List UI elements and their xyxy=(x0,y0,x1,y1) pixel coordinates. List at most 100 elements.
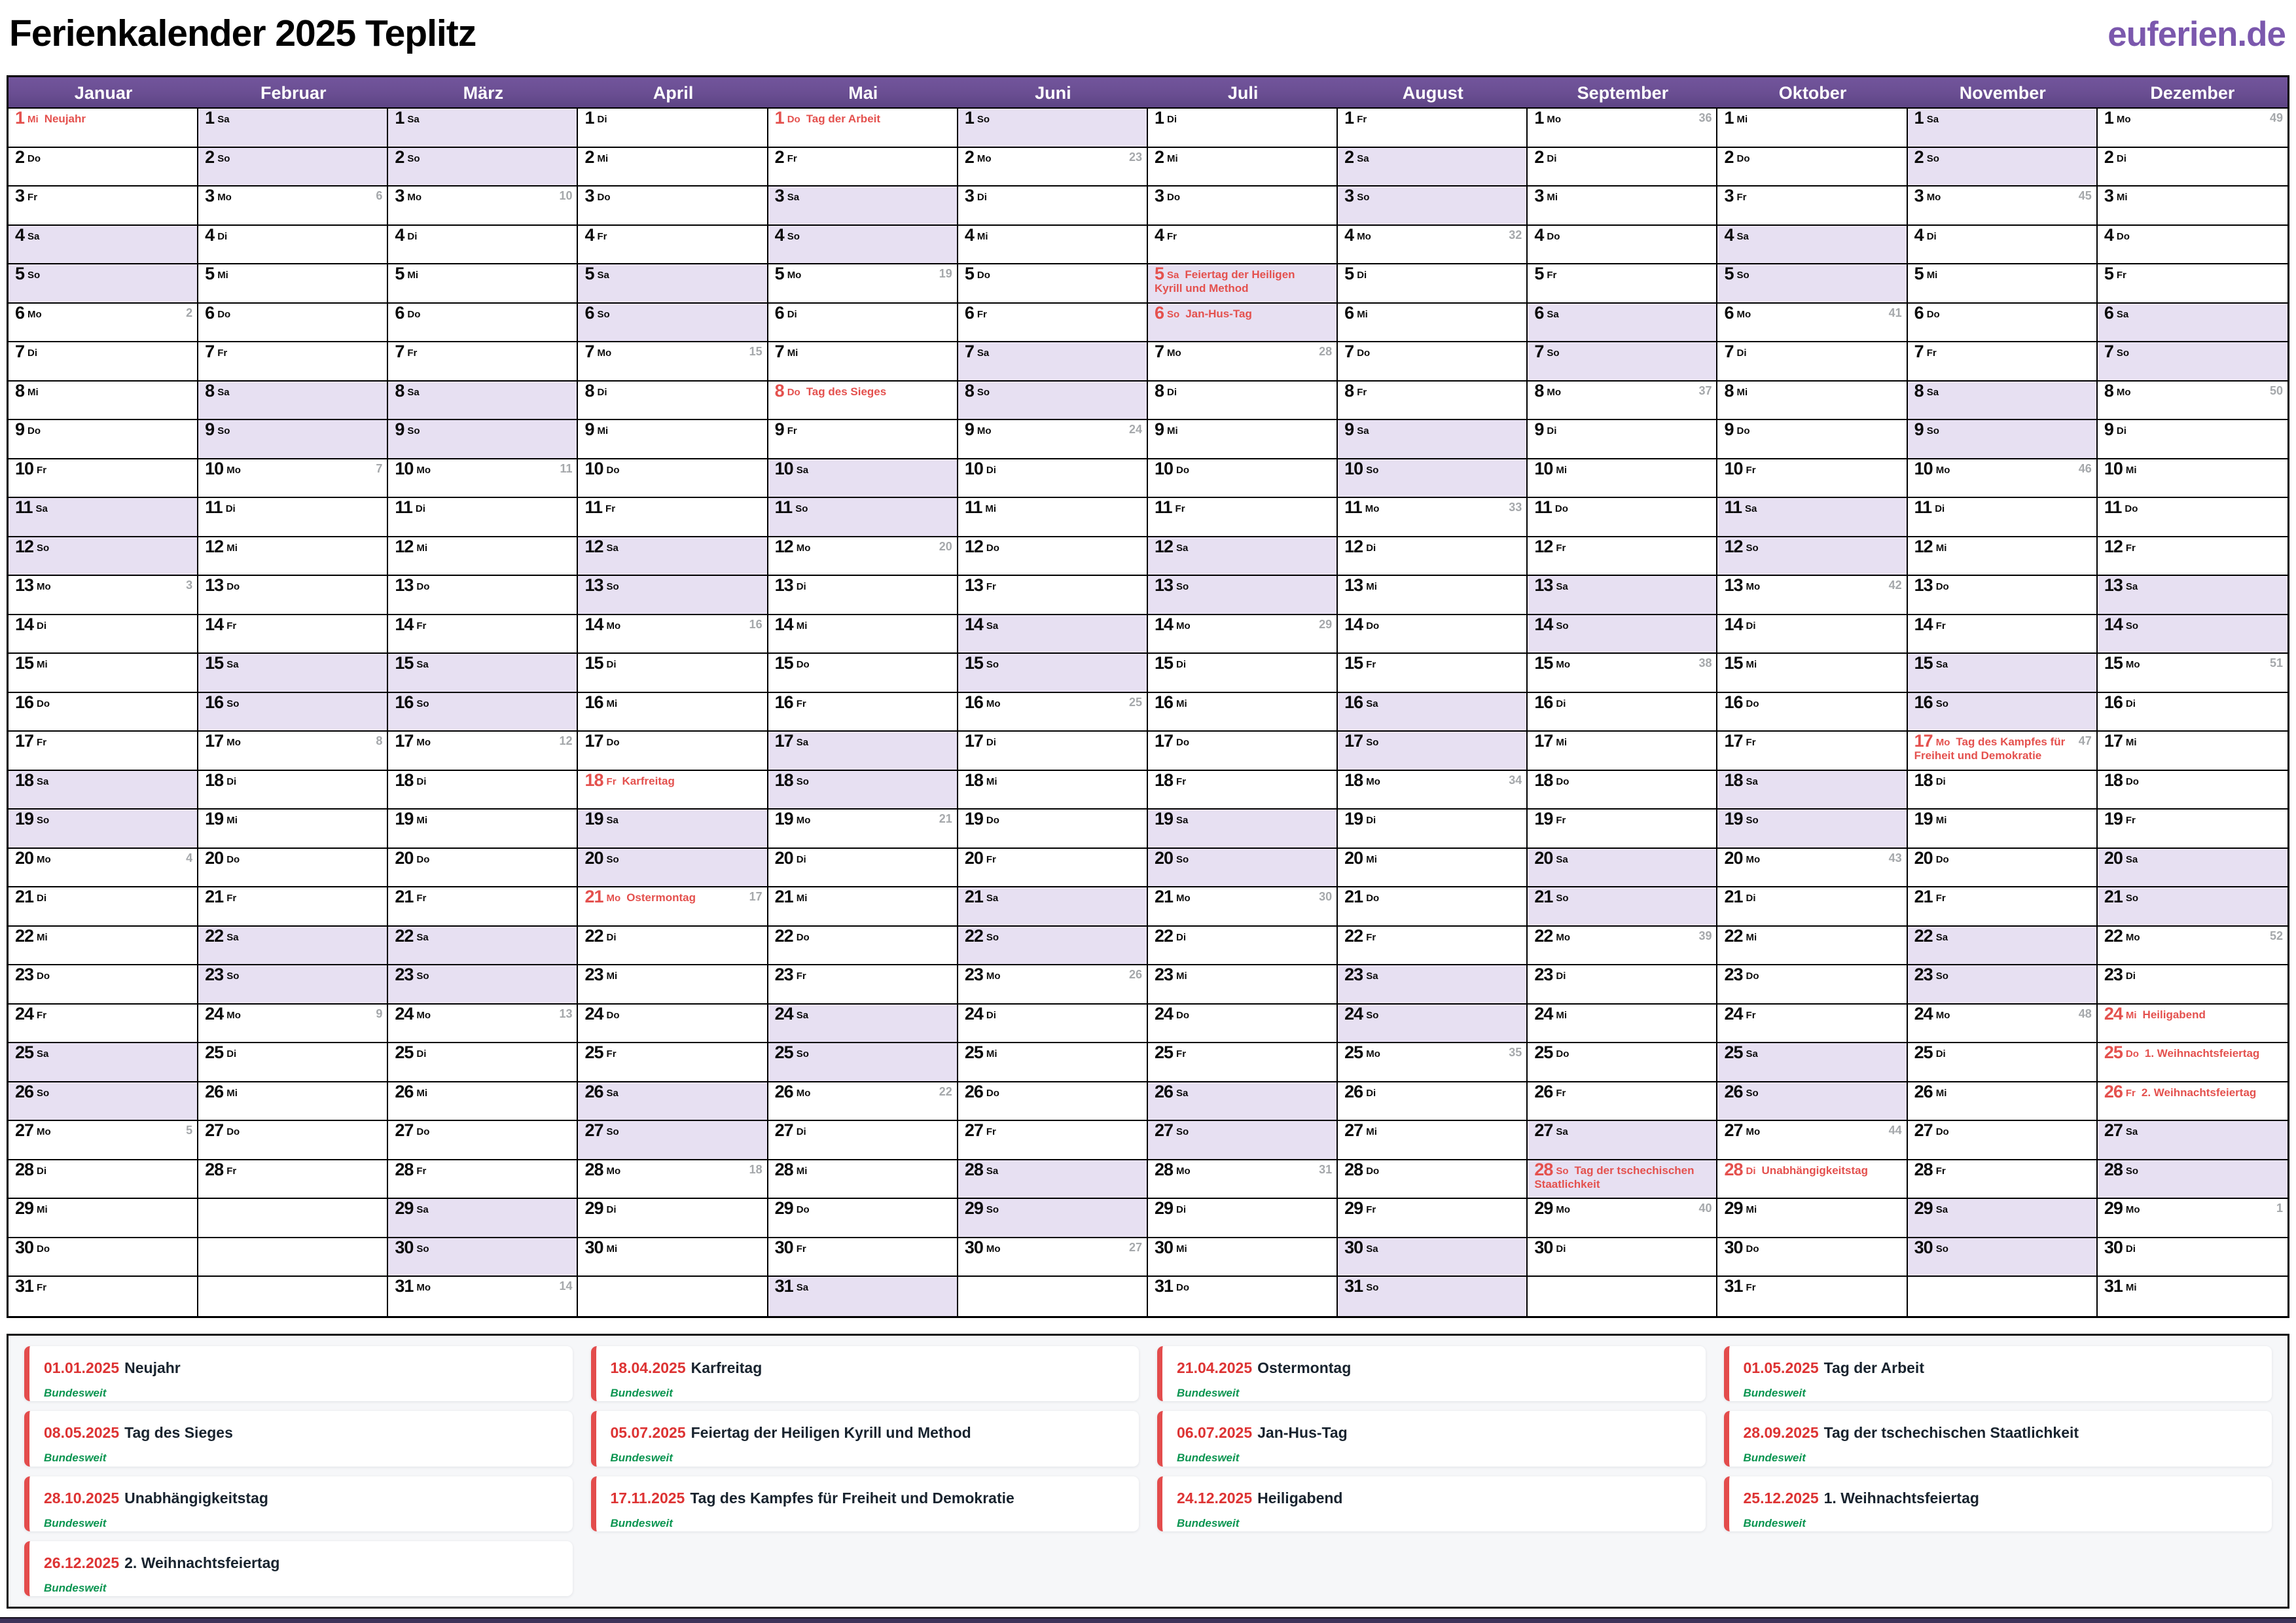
day-number: 24 xyxy=(395,1005,413,1024)
day-cell: 30Do xyxy=(1717,1238,1907,1277)
weekday-abbr: Sa xyxy=(1366,1243,1378,1255)
day-cell: 19Fr xyxy=(2098,810,2287,849)
weekday-abbr: Sa xyxy=(37,1048,48,1060)
day-number: 16 xyxy=(584,693,603,712)
day-cell: 12Mi xyxy=(198,537,388,577)
weekday-abbr: Fr xyxy=(797,1243,806,1255)
day-number: 15 xyxy=(965,654,983,673)
day-number: 1 xyxy=(775,109,784,128)
day-cell: 28Fr xyxy=(198,1160,388,1200)
day-number: 10 xyxy=(965,459,983,478)
weekday-abbr: Di xyxy=(1936,776,1946,787)
day-cell: 4Di xyxy=(198,226,388,265)
day-number: 28 xyxy=(584,1160,603,1179)
day-cell: 26Sa xyxy=(1148,1082,1338,1122)
day-number: 19 xyxy=(1724,810,1742,829)
weekday-abbr: Mo xyxy=(986,1243,1001,1255)
day-cell: 5Fr xyxy=(1528,264,1717,304)
day-cell: 15So xyxy=(958,654,1148,693)
day-cell: 1Sa xyxy=(388,109,578,148)
weekday-abbr: Di xyxy=(1176,659,1186,670)
week-number: 23 xyxy=(1129,151,1142,164)
weekday-abbr: Mo xyxy=(1366,776,1380,787)
footer-bar xyxy=(0,1617,2296,1623)
weekday-abbr: Sa xyxy=(797,1282,808,1293)
week-number: 34 xyxy=(1509,774,1522,787)
day-cell: 23Mi xyxy=(1148,965,1338,1005)
day-cell: 18Do xyxy=(2098,771,2287,810)
weekday-abbr: So xyxy=(1366,465,1378,476)
day-cell: 15Sa xyxy=(1908,654,2098,693)
weekday-abbr: Mo xyxy=(1746,854,1761,865)
weekday-abbr: Do xyxy=(986,815,999,826)
weekday-abbr: So xyxy=(407,153,420,164)
weekday-abbr: Mo xyxy=(1936,1010,1950,1021)
weekday-abbr: Do xyxy=(37,698,50,709)
day-number: 27 xyxy=(15,1121,33,1140)
day-number: 17 xyxy=(965,732,983,751)
weekday-abbr: So xyxy=(416,1243,429,1255)
weekday-abbr: Di xyxy=(2126,1243,2136,1255)
legend-date: 28.09.2025 xyxy=(1744,1424,1819,1441)
day-number: 31 xyxy=(2104,1277,2123,1296)
day-number: 14 xyxy=(205,615,223,634)
weekday-abbr: Di xyxy=(1176,1204,1186,1215)
weekday-abbr: Sa xyxy=(1556,1126,1568,1137)
weekday-abbr: So xyxy=(27,270,40,281)
day-cell: 1Mo36 xyxy=(1528,109,1717,148)
weekday-abbr: Mi xyxy=(985,503,996,514)
day-number: 13 xyxy=(15,576,33,595)
day-number: 4 xyxy=(1724,226,1733,245)
weekday-abbr: Mi xyxy=(226,1088,238,1099)
weekday-abbr: Do xyxy=(607,1010,620,1021)
weekday-abbr: So xyxy=(416,971,429,982)
weekday-abbr: Mi xyxy=(986,1048,997,1060)
weekday-abbr: Mi xyxy=(2117,192,2128,203)
week-number: 50 xyxy=(2270,384,2283,397)
day-cell: 16Sa xyxy=(1338,693,1528,732)
day-cell: 27So xyxy=(578,1121,768,1160)
day-cell: 20Mo43 xyxy=(1717,849,1907,888)
day-cell: 2Mi xyxy=(1148,148,1338,187)
day-cell: 27Mo5 xyxy=(9,1121,198,1160)
weekday-abbr: Mo xyxy=(1737,309,1751,320)
weekday-abbr: Do xyxy=(27,153,41,164)
weekday-abbr: Sa xyxy=(986,1166,998,1177)
weekday-abbr: Di xyxy=(37,1166,46,1177)
week-number: 8 xyxy=(376,734,382,747)
weekday-abbr: Do xyxy=(226,854,240,865)
day-cell: 24Fr xyxy=(1717,1005,1907,1044)
day-cell: 10Fr xyxy=(9,459,198,499)
weekday-abbr: Mi xyxy=(1927,270,1938,281)
day-number: 2 xyxy=(2104,148,2113,167)
weekday-abbr: Sa xyxy=(1556,581,1568,592)
day-number: 26 xyxy=(395,1082,413,1101)
day-cell: 5Mi xyxy=(388,264,578,304)
day-cell: 16Mi xyxy=(1148,693,1338,732)
day-number: 20 xyxy=(1914,849,1933,868)
weekday-abbr: Sa xyxy=(1936,659,1948,670)
site-logo[interactable]: euferien.de xyxy=(2108,14,2286,54)
day-cell: 4Sa xyxy=(9,226,198,265)
day-number: 24 xyxy=(2104,1005,2123,1024)
weekday-abbr: Sa xyxy=(416,659,428,670)
weekday-abbr: Mi xyxy=(37,1204,48,1215)
weekday-abbr: Di xyxy=(226,503,236,514)
weekday-abbr: So xyxy=(407,425,420,437)
day-cell: 28Mo18 xyxy=(578,1160,768,1200)
day-number: 8 xyxy=(205,382,214,401)
day-number: 9 xyxy=(965,420,974,439)
day-number: 5 xyxy=(205,264,214,283)
day-number: 28 xyxy=(395,1160,413,1179)
weekday-abbr: Sa xyxy=(407,114,419,125)
day-cell: 28DiUnabhängigkeitstag xyxy=(1717,1160,1907,1200)
day-cell: 15Mi xyxy=(1717,654,1907,693)
day-cell: 26Do xyxy=(958,1082,1148,1122)
day-number: 19 xyxy=(1155,810,1173,829)
day-number: 16 xyxy=(1344,693,1363,712)
day-number: 5 xyxy=(965,264,974,283)
month-header: März xyxy=(388,77,578,107)
day-cell: 6Sa xyxy=(1528,304,1717,343)
legend-card: 05.07.2025Feiertag der Heiligen Kyrill u… xyxy=(591,1411,1139,1466)
day-number: 5 xyxy=(395,264,404,283)
